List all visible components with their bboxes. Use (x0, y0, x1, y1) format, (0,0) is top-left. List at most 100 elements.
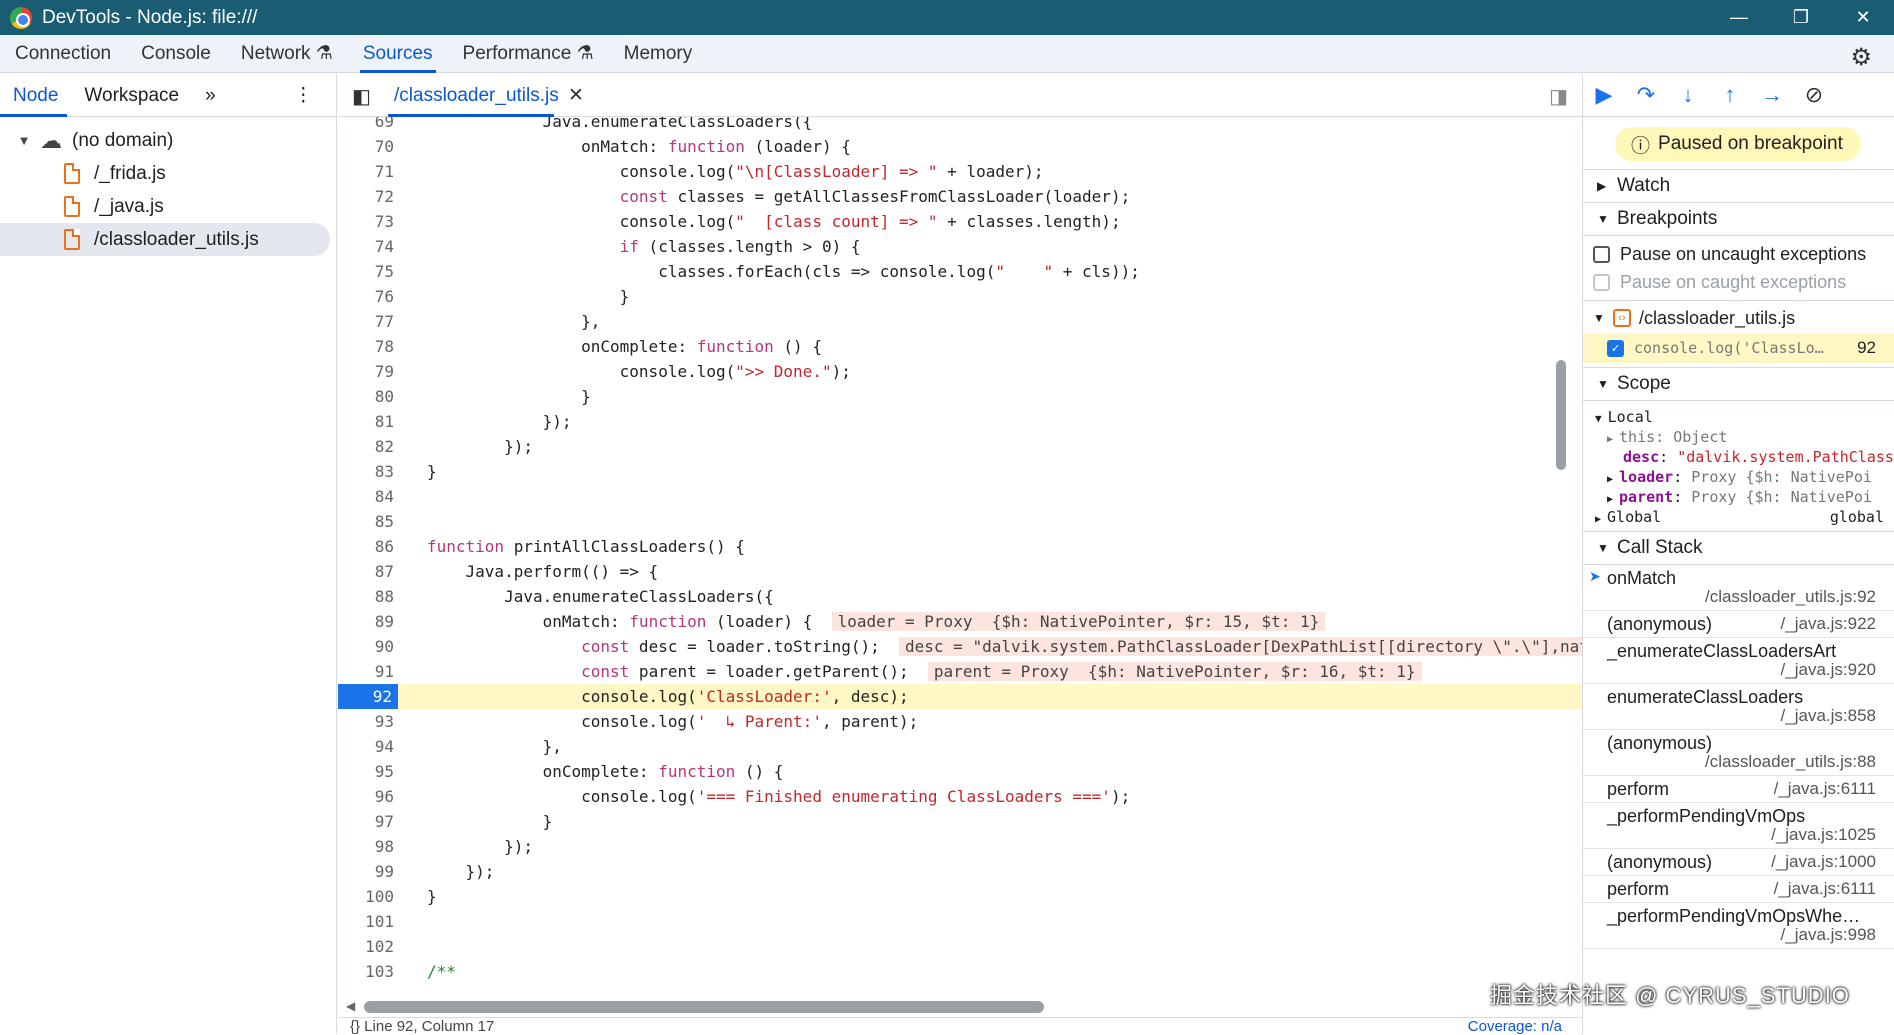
call-frame[interactable]: (anonymous)/_java.js:922 (1583, 611, 1894, 638)
code-line[interactable]: 103 /** (338, 959, 1582, 984)
code-line[interactable]: 74 if (classes.length > 0) { (338, 234, 1582, 259)
frame-location[interactable]: /_java.js:1000 (1771, 852, 1876, 872)
section-call-stack[interactable]: ▼ Call Stack (1583, 531, 1894, 564)
line-number[interactable]: 73 (338, 209, 394, 234)
code-line[interactable]: 93 console.log(' ↳ Parent:', parent); (338, 709, 1582, 734)
code-line[interactable]: 97 } (338, 809, 1582, 834)
line-number[interactable]: 92 (338, 684, 398, 709)
tab-workspace[interactable]: Workspace (71, 74, 192, 117)
tree-domain[interactable]: ▼ ☁ (no domain) (0, 124, 336, 157)
call-frame[interactable]: _enumerateClassLoadersArt/_java.js:920 (1583, 638, 1894, 684)
code-line[interactable]: 88 Java.enumerateClassLoaders({ (338, 584, 1582, 609)
pause-caught-checkbox[interactable]: Pause on caught exceptions (1583, 268, 1894, 296)
line-number[interactable]: 78 (338, 334, 394, 359)
call-frame[interactable]: perform/_java.js:6111 (1583, 776, 1894, 803)
line-number[interactable]: 71 (338, 159, 394, 184)
code-line[interactable]: 86 function printAllClassLoaders() { (338, 534, 1582, 559)
code-line[interactable]: 89 onMatch: function (loader) { loader =… (338, 609, 1582, 634)
tab-connection[interactable]: Connection (0, 35, 126, 73)
code-editor[interactable]: 69 Java.enumerateClassLoaders({70 onMatc… (338, 117, 1582, 997)
frame-location[interactable]: /_java.js:6111 (1774, 779, 1876, 799)
line-number[interactable]: 100 (338, 884, 394, 909)
code-line[interactable]: 79 console.log(">> Done."); (338, 359, 1582, 384)
code-line[interactable]: 87 Java.perform(() => { (338, 559, 1582, 584)
line-number[interactable]: 91 (338, 659, 394, 684)
line-number[interactable]: 82 (338, 434, 394, 459)
line-number[interactable]: 86 (338, 534, 394, 559)
line-number[interactable]: 89 (338, 609, 394, 634)
line-number[interactable]: 74 (338, 234, 394, 259)
code-line[interactable]: 94 }, (338, 734, 1582, 759)
line-number[interactable]: 101 (338, 909, 394, 934)
scrollbar-thumb[interactable] (364, 1001, 1044, 1013)
deactivate-breakpoints-icon[interactable]: ⊘ (1793, 82, 1835, 108)
code-line[interactable]: 77 }, (338, 309, 1582, 334)
step-icon[interactable]: → (1751, 82, 1793, 108)
line-number[interactable]: 93 (338, 709, 394, 734)
code-line[interactable]: 78 onComplete: function () { (338, 334, 1582, 359)
frame-location[interactable]: /_java.js:858 (1781, 706, 1876, 726)
breakpoint-checkbox[interactable]: ✓ (1607, 339, 1624, 357)
code-line[interactable]: 98 }); (338, 834, 1582, 859)
frame-location[interactable]: /classloader_utils.js:92 (1705, 587, 1876, 607)
code-line[interactable]: 100} (338, 884, 1582, 909)
section-scope[interactable]: ▼ Scope (1583, 367, 1894, 400)
tab-sources[interactable]: Sources (348, 35, 448, 73)
code-line[interactable]: 69 Java.enumerateClassLoaders({ (338, 117, 1582, 134)
code-line[interactable]: 85 (338, 509, 1582, 534)
code-line[interactable]: 82 }); (338, 434, 1582, 459)
tree-file-classloader-utils[interactable]: /classloader_utils.js (0, 223, 330, 256)
scope-loader[interactable]: ▶ loader: Proxy {$h: NativePoi (1595, 467, 1894, 487)
line-number[interactable]: 94 (338, 734, 394, 759)
editor-horizontal-scrollbar[interactable]: ◀ (342, 998, 1582, 1014)
tab-memory[interactable]: Memory (609, 35, 708, 73)
tab-network[interactable]: Network ⚗ (226, 35, 348, 73)
frame-location[interactable]: /_java.js:1025 (1771, 825, 1876, 845)
step-over-icon[interactable]: ↷ (1625, 82, 1667, 108)
code-line[interactable]: 72 const classes = getAllClassesFromClas… (338, 184, 1582, 209)
code-line[interactable]: 99 }); (338, 859, 1582, 884)
code-line[interactable]: 91 const parent = loader.getParent(); pa… (338, 659, 1582, 684)
line-number[interactable]: 80 (338, 384, 394, 409)
line-number[interactable]: 90 (338, 634, 394, 659)
call-frame[interactable]: ➤ onMatch/classloader_utils.js:92 (1583, 565, 1894, 611)
scope-this[interactable]: ▶ this: Object (1595, 427, 1894, 447)
tab-node[interactable]: Node (0, 74, 71, 117)
code-line[interactable]: 92 console.log('ClassLoader:', desc); (338, 684, 1582, 709)
tab-console[interactable]: Console (126, 35, 226, 73)
line-number[interactable]: 75 (338, 259, 394, 284)
tree-file-frida[interactable]: /_frida.js (0, 157, 336, 190)
frame-location[interactable]: /_java.js:6111 (1774, 879, 1876, 899)
call-frame[interactable]: _performPendingVmOps/_java.js:1025 (1583, 803, 1894, 849)
code-line[interactable]: 75 classes.forEach(cls => console.log(" … (338, 259, 1582, 284)
line-number[interactable]: 81 (338, 409, 394, 434)
line-number[interactable]: 99 (338, 859, 394, 884)
line-number[interactable]: 76 (338, 284, 394, 309)
code-line[interactable]: 101 (338, 909, 1582, 934)
breakpoint-entry[interactable]: ✓ console.log('ClassLo… 92 (1583, 333, 1894, 363)
editor-vertical-scrollbar[interactable] (1556, 360, 1566, 470)
minimize-button[interactable]: — (1708, 0, 1770, 35)
pause-uncaught-checkbox[interactable]: Pause on uncaught exceptions (1583, 240, 1894, 268)
code-line[interactable]: 96 console.log('=== Finished enumerating… (338, 784, 1582, 809)
frame-location[interactable]: /_java.js:920 (1781, 660, 1876, 680)
call-frame[interactable]: (anonymous)/classloader_utils.js:88 (1583, 730, 1894, 776)
frame-location[interactable]: /classloader_utils.js:88 (1705, 752, 1876, 772)
line-number[interactable]: 85 (338, 509, 394, 534)
line-number[interactable]: 103 (338, 959, 394, 984)
code-line[interactable]: 71 console.log("\n[ClassLoader] => " + l… (338, 159, 1582, 184)
code-line[interactable]: 95 onComplete: function () { (338, 759, 1582, 784)
more-tabs-icon[interactable]: » (192, 74, 229, 117)
line-number[interactable]: 69 (338, 117, 394, 134)
code-line[interactable]: 81 }); (338, 409, 1582, 434)
line-number[interactable]: 79 (338, 359, 394, 384)
code-line[interactable]: 84 (338, 484, 1582, 509)
call-frame[interactable]: enumerateClassLoaders/_java.js:858 (1583, 684, 1894, 730)
frame-location[interactable]: /_java.js:998 (1781, 925, 1876, 945)
call-frame[interactable]: perform/_java.js:6111 (1583, 876, 1894, 903)
step-into-icon[interactable]: ↓ (1667, 82, 1709, 108)
line-number[interactable]: 87 (338, 559, 394, 584)
toggle-debugger-icon[interactable]: ◨ (1549, 84, 1568, 109)
scope-parent[interactable]: ▶ parent: Proxy {$h: NativePoi (1595, 487, 1894, 507)
coverage-link[interactable]: Coverage: n/a (1468, 1018, 1562, 1035)
